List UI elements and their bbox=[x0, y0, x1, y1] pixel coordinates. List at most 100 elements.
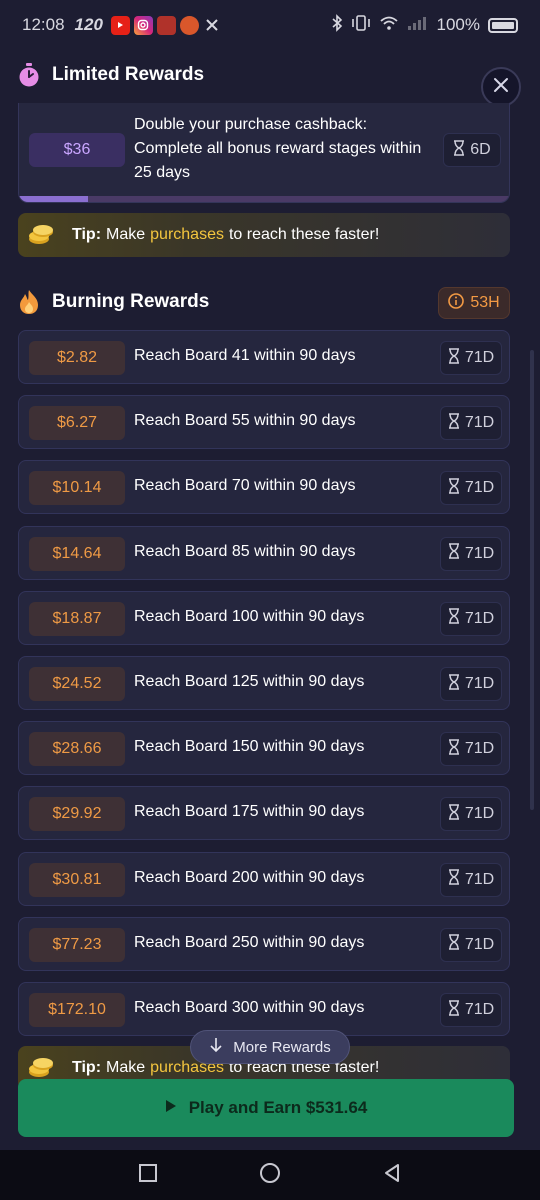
battery-percent: 100% bbox=[436, 15, 480, 34]
game-app-icon bbox=[156, 15, 176, 35]
reward-timer: 71D bbox=[464, 609, 495, 627]
reward-timer: 71D bbox=[464, 870, 495, 888]
reward-amount: $77.23 bbox=[29, 927, 125, 962]
reward-row[interactable]: $29.92 Reach Board 175 within 90 days 71D bbox=[18, 786, 510, 841]
hourglass-icon bbox=[453, 139, 465, 161]
reward-amount: $28.66 bbox=[29, 732, 125, 767]
play-and-earn-button[interactable]: Play and Earn $531.64 bbox=[18, 1079, 514, 1137]
more-rewards-label: More Rewards bbox=[233, 1038, 331, 1056]
reward-amount: $18.87 bbox=[29, 601, 125, 636]
hourglass-icon bbox=[448, 738, 460, 760]
limited-description: Double your purchase cashback: Complete … bbox=[134, 116, 422, 181]
reward-label: Reach Board 300 within 90 days bbox=[134, 999, 365, 1016]
reward-amount: $24.52 bbox=[29, 667, 125, 701]
flame-icon bbox=[18, 289, 40, 315]
reward-amount: $10.14 bbox=[29, 471, 125, 506]
arrow-down-icon bbox=[209, 1037, 223, 1057]
reward-row[interactable]: $18.87 Reach Board 100 within 90 days 71D bbox=[18, 590, 510, 645]
status-bar: 12:08 120 100% bbox=[0, 0, 540, 50]
stopwatch-icon bbox=[18, 63, 40, 87]
reward-row[interactable]: $6.27 Reach Board 55 within 90 days 71D bbox=[18, 395, 510, 450]
coins-icon bbox=[28, 224, 54, 246]
reward-row[interactable]: $30.81 Reach Board 200 within 90 days 71D bbox=[18, 851, 510, 906]
youtube-icon bbox=[110, 15, 130, 35]
reward-label: Reach Board 175 within 90 days bbox=[134, 803, 365, 821]
tip-label: Tip: bbox=[72, 226, 102, 243]
reward-timer-badge: 71D bbox=[440, 732, 502, 767]
limited-reward-card[interactable]: $36 Double your purchase cashback: Compl… bbox=[18, 103, 510, 203]
reward-row[interactable]: $172.10 Reach Board 300 within 90 days 71D bbox=[18, 982, 510, 1036]
tip-text-after: to reach these faster! bbox=[228, 226, 380, 243]
reward-timer: 71D bbox=[464, 349, 495, 366]
limited-progress-fill bbox=[19, 196, 88, 202]
reward-amount: $14.64 bbox=[29, 536, 125, 571]
reward-label: Reach Board 41 within 90 days bbox=[134, 347, 356, 364]
hourglass-icon bbox=[448, 478, 460, 499]
game-character-icon bbox=[179, 15, 199, 35]
reward-row[interactable]: $24.52 Reach Board 125 within 90 days 71D bbox=[18, 656, 510, 710]
reward-timer: 71D bbox=[464, 1001, 495, 1018]
recents-button[interactable] bbox=[139, 1163, 157, 1187]
reward-row[interactable]: $2.82 Reach Board 41 within 90 days 71D bbox=[18, 330, 510, 384]
tip-label: Tip: bbox=[72, 1059, 102, 1076]
more-rewards-button[interactable]: More Rewards bbox=[190, 1030, 350, 1064]
limited-rewards-title: Limited Rewards bbox=[52, 64, 205, 85]
bluetooth-icon bbox=[331, 13, 343, 37]
reward-timer: 71D bbox=[464, 805, 495, 823]
limited-timer-badge: 6D bbox=[443, 133, 501, 167]
play-icon bbox=[165, 1098, 177, 1118]
status-time: 12:08 bbox=[22, 15, 65, 34]
hourglass-icon bbox=[448, 412, 460, 434]
reward-timer: 71D bbox=[464, 935, 495, 953]
limited-progress-bar bbox=[19, 196, 509, 202]
burning-hours-badge: 53H bbox=[438, 287, 510, 319]
info-icon bbox=[448, 292, 465, 314]
reward-label: Reach Board 100 within 90 days bbox=[134, 607, 365, 625]
reward-timer-badge: 71D bbox=[440, 406, 502, 441]
reward-timer-badge: 71D bbox=[440, 862, 502, 897]
hourglass-icon bbox=[448, 999, 460, 1021]
burning-rewards-header: Burning Rewards bbox=[18, 289, 209, 315]
tip-text-before: Make bbox=[106, 226, 146, 243]
play-and-earn-label: Play and Earn $531.64 bbox=[188, 1098, 368, 1117]
wifi-icon bbox=[379, 15, 399, 36]
status-right: 100% bbox=[331, 13, 518, 37]
reward-amount: $172.10 bbox=[29, 993, 125, 1027]
burning-hours: 53H bbox=[470, 294, 500, 311]
reward-row[interactable]: $77.23 Reach Board 250 within 90 days 71D bbox=[18, 916, 510, 971]
reward-label: Reach Board 150 within 90 days bbox=[134, 738, 365, 756]
burning-rewards-title: Burning Rewards bbox=[52, 291, 210, 312]
limited-rewards-header: Limited Rewards bbox=[18, 63, 204, 87]
reward-label: Reach Board 250 within 90 days bbox=[134, 933, 365, 951]
reward-timer: 71D bbox=[464, 544, 495, 562]
reward-label: Reach Board 55 within 90 days bbox=[134, 412, 356, 430]
reward-amount: $6.27 bbox=[29, 406, 125, 441]
reward-label: Reach Board 85 within 90 days bbox=[134, 542, 356, 560]
vibrate-icon bbox=[351, 14, 371, 37]
reward-label: Reach Board 200 within 90 days bbox=[134, 868, 365, 886]
hourglass-icon bbox=[448, 543, 460, 564]
reward-timer-badge: 71D bbox=[440, 341, 502, 375]
reward-timer-badge: 71D bbox=[440, 471, 502, 506]
home-button[interactable] bbox=[259, 1162, 281, 1189]
reward-timer-badge: 71D bbox=[440, 927, 502, 962]
reward-label: Reach Board 70 within 90 days bbox=[134, 477, 356, 495]
reward-timer: 71D bbox=[464, 479, 495, 497]
hourglass-icon bbox=[448, 347, 460, 369]
back-button[interactable] bbox=[383, 1163, 401, 1188]
scrollbar[interactable] bbox=[530, 350, 534, 810]
limited-timer: 6D bbox=[470, 141, 491, 158]
close-button[interactable] bbox=[481, 67, 521, 107]
hourglass-icon bbox=[448, 934, 460, 955]
hourglass-icon bbox=[448, 673, 460, 695]
limited-amount: $36 bbox=[29, 133, 125, 167]
reward-row[interactable]: $10.14 Reach Board 70 within 90 days 71D bbox=[18, 460, 510, 515]
tip-purchases-link[interactable]: purchases bbox=[150, 226, 224, 244]
x-icon bbox=[203, 16, 222, 35]
reward-row[interactable]: $28.66 Reach Board 150 within 90 days 71D bbox=[18, 721, 510, 776]
hourglass-icon bbox=[448, 869, 460, 890]
reward-row[interactable]: $14.64 Reach Board 85 within 90 days 71D bbox=[18, 525, 510, 580]
reward-timer-badge: 71D bbox=[440, 601, 502, 636]
system-nav-bar bbox=[0, 1150, 540, 1200]
reward-amount: $29.92 bbox=[29, 797, 125, 832]
